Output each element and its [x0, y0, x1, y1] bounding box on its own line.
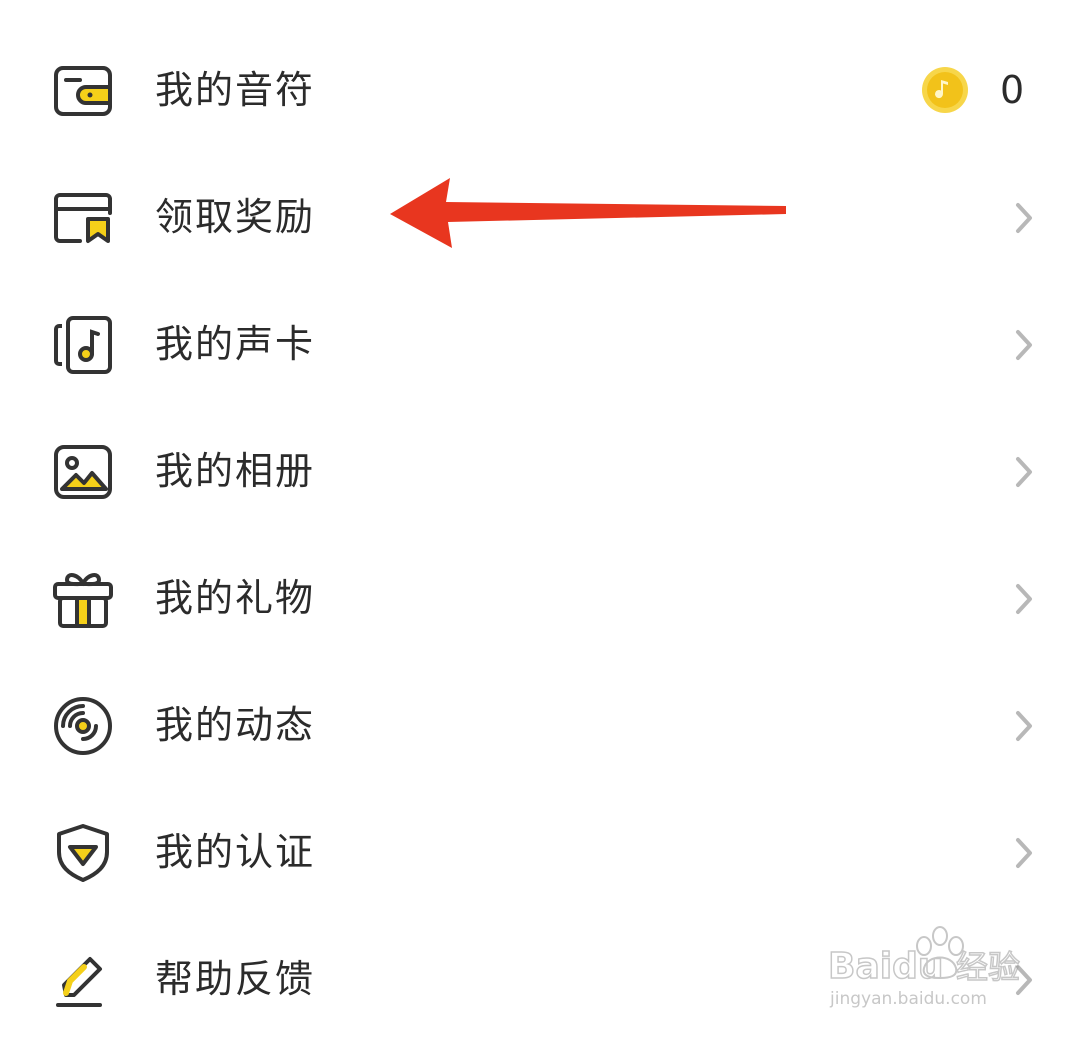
chevron-right-icon	[1010, 326, 1038, 364]
watermark-text: 经验	[956, 948, 1020, 986]
chevron-right-icon	[1010, 707, 1038, 745]
menu-item-label: 我的声卡	[155, 322, 316, 366]
menu-item-label: 我的音符	[155, 68, 316, 112]
pencil-icon	[50, 947, 116, 1013]
menu-item-label: 我的认证	[155, 830, 316, 874]
menu-item-notes[interactable]: 我的音符 0	[0, 26, 1080, 153]
chevron-right-icon	[1010, 834, 1038, 872]
wallet-icon	[50, 58, 116, 124]
watermark-brand: Baidu	[828, 946, 943, 987]
coin-icon	[921, 66, 969, 114]
reward-bookmark-icon	[50, 185, 116, 251]
menu-item-label: 领取奖励	[155, 195, 316, 239]
annotation-arrow	[386, 176, 790, 250]
menu-item-moments[interactable]: 我的动态	[0, 661, 1080, 788]
menu-item-photo-album[interactable]: 我的相册	[0, 407, 1080, 534]
menu-item-sound-card[interactable]: 我的声卡	[0, 280, 1080, 407]
menu-item-label: 我的动态	[155, 703, 316, 747]
menu-item-label: 我的相册	[155, 449, 316, 493]
chevron-right-icon	[1010, 199, 1038, 237]
chevron-right-icon	[1010, 580, 1038, 618]
menu-item-verification[interactable]: 我的认证	[0, 788, 1080, 915]
shield-check-icon	[50, 820, 116, 886]
watermark-url: jingyan.baidu.com	[829, 989, 987, 1009]
vinyl-record-icon	[50, 693, 116, 759]
baidu-watermark: Baidu 经验 jingyan.baidu.com	[826, 920, 1032, 1010]
photo-album-icon	[50, 439, 116, 505]
menu-item-gifts[interactable]: 我的礼物	[0, 534, 1080, 661]
menu-item-label: 帮助反馈	[155, 957, 316, 1001]
menu-item-label: 我的礼物	[155, 576, 316, 620]
sound-card-icon	[50, 312, 116, 378]
chevron-right-icon	[1010, 453, 1038, 491]
gift-icon	[50, 566, 116, 632]
notes-balance: 0	[1000, 68, 1025, 112]
